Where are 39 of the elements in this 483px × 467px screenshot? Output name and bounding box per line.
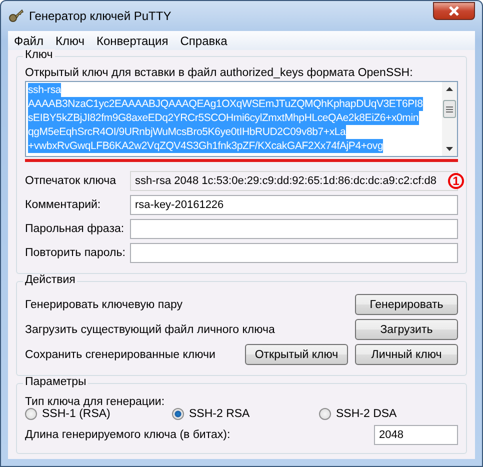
window-title: Генератор ключей PuTTY (29, 9, 172, 23)
input-field[interactable]: 2048 (374, 425, 458, 445)
close-icon[interactable] (447, 5, 461, 17)
input-field[interactable] (130, 219, 458, 239)
action-button[interactable]: Генерировать (355, 294, 458, 315)
public-key-field[interactable] (25, 81, 458, 157)
input-field[interactable]: rsa-key-20161226 (130, 195, 458, 215)
field-label: Длина генерируемого ключа (в битах): (25, 429, 230, 441)
group-title: Параметры (23, 376, 88, 388)
close-button[interactable] (433, 2, 475, 20)
radio-button[interactable] (319, 408, 331, 420)
menu-item[interactable]: Ключ (52, 34, 92, 48)
field-label: Повторить пароль: (25, 247, 126, 259)
input-field[interactable] (130, 243, 458, 263)
field-label: Тип ключа для генерации: (25, 396, 166, 408)
radio-label[interactable]: SSH-2 DSA (336, 408, 397, 420)
field-label: Парольная фраза: (25, 223, 126, 235)
group-title: Действия (23, 274, 78, 286)
radio-button[interactable] (25, 408, 37, 420)
field-label: Комментарий: (25, 199, 102, 211)
menu-item[interactable]: Конвертация (92, 34, 176, 48)
action-label: Генерировать ключевую пару (25, 298, 182, 310)
radio-button[interactable] (172, 408, 184, 420)
field-label: Открытый ключ для вставки в файл authorized_keys формата OpenSSH: (25, 67, 414, 79)
scrollbar[interactable] (442, 82, 457, 156)
action-label: Загрузить существующий файл личного ключа (25, 324, 275, 336)
radio-label[interactable]: SSH-2 RSA (189, 408, 250, 420)
radio-label[interactable]: SSH-1 (RSA) (42, 408, 110, 420)
menu-item[interactable]: Файл (10, 34, 52, 48)
scroll-thumb[interactable] (443, 100, 456, 118)
action-button[interactable]: Личный ключ (355, 344, 458, 365)
action-button[interactable]: Загрузить (355, 319, 458, 340)
action-label: Сохранить сгенерированные ключи (25, 348, 216, 360)
field-label: Отпечаток ключа (25, 175, 117, 187)
key-icon (8, 8, 24, 24)
group-title: Ключ (23, 49, 55, 61)
annotation-badge: 1 (448, 173, 464, 189)
menu-item[interactable]: Справка (176, 34, 236, 48)
action-button[interactable]: Открытый ключ (245, 344, 348, 365)
